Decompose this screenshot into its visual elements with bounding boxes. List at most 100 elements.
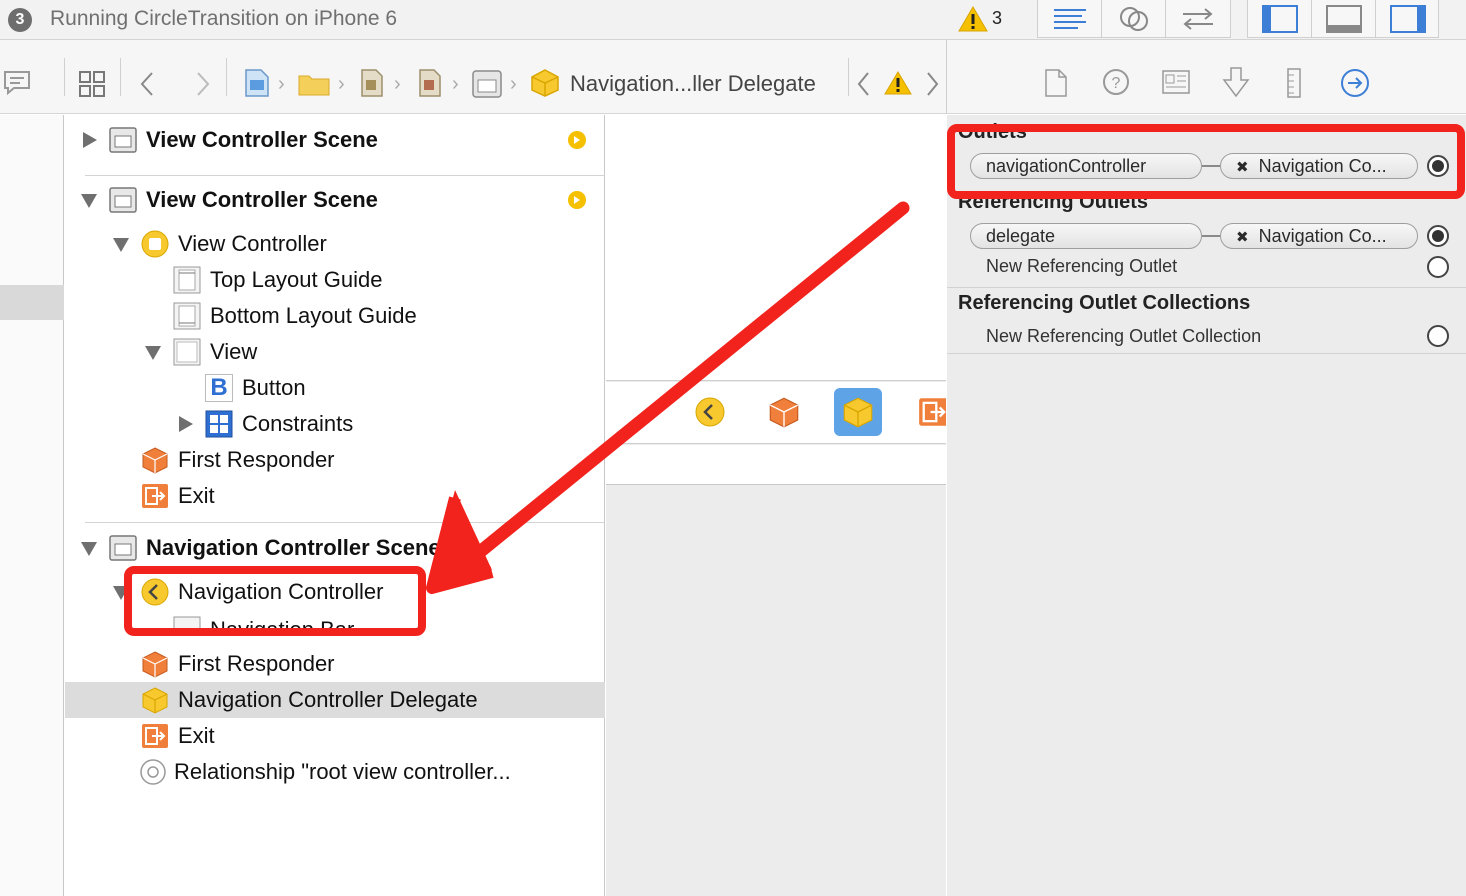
folder-icon[interactable] <box>298 72 330 96</box>
outline-row-first-responder-2[interactable]: First Responder <box>65 646 605 682</box>
left-panel-icon <box>1261 5 1298 33</box>
assistant-editor-icon <box>1119 7 1148 31</box>
outline-row-first-responder[interactable]: First Responder <box>65 442 605 478</box>
new-referencing-outlet-circle[interactable] <box>1427 256 1449 278</box>
disclosure-triangle-icon[interactable] <box>145 346 161 360</box>
version-editor-button[interactable] <box>1166 0 1230 38</box>
file-inspector-icon[interactable] <box>1044 68 1068 98</box>
selected-object-highlight[interactable] <box>834 388 882 436</box>
scene-lower-area[interactable] <box>606 445 946 485</box>
disconnect-icon[interactable]: ✖ <box>1236 229 1249 246</box>
annotation-highlight-navigation-controller <box>124 566 426 636</box>
comment-icon[interactable] <box>2 70 32 96</box>
disclosure-triangle-icon[interactable] <box>81 194 97 208</box>
referencing-outlet-target-pill[interactable]: ✖ Navigation Co... <box>1220 223 1418 249</box>
view-controller-icon <box>141 230 169 258</box>
object-cube-icon <box>142 687 168 714</box>
scene-title: Navigation Controller Scene <box>146 535 441 560</box>
scene-view-area[interactable] <box>606 115 946 381</box>
outline-row-scene-3[interactable]: Navigation Controller Scene <box>65 530 605 566</box>
outline-row-view-controller[interactable]: View Controller <box>65 226 605 262</box>
quick-help-icon[interactable]: ? <box>1102 68 1130 96</box>
scene-icon[interactable] <box>472 70 502 98</box>
breadcrumb-separator-icon: › <box>452 73 459 95</box>
toggle-utilities-button[interactable] <box>1376 0 1440 38</box>
issue-warning-icon[interactable] <box>884 70 912 96</box>
referencing-outlet-target-label: Navigation Co... <box>1258 226 1387 246</box>
outline-row-scene-1[interactable]: View Controller Scene <box>65 122 605 158</box>
outline-row-top-layout-guide[interactable]: Top Layout Guide <box>65 262 605 298</box>
object-cube-icon[interactable] <box>530 68 560 98</box>
outline-row-relationship[interactable]: Relationship "root view controller... <box>65 754 605 790</box>
project-file-icon[interactable] <box>244 68 270 98</box>
gutter-selection-highlight <box>0 285 64 320</box>
new-referencing-outlet-collection-circle[interactable] <box>1427 325 1449 347</box>
outline-row-view[interactable]: View <box>65 334 605 370</box>
outline-row-scene-2[interactable]: View Controller Scene <box>65 182 605 218</box>
referencing-outlet-name-pill[interactable]: delegate <box>970 223 1202 249</box>
attributes-inspector-icon[interactable] <box>1222 66 1250 98</box>
scene-exit-indicator-icon[interactable] <box>568 191 586 209</box>
referencing-outlet-connection-circle[interactable] <box>1427 225 1449 247</box>
outline-item-label: Exit <box>178 483 215 508</box>
connections-inspector-icon[interactable] <box>1340 68 1370 98</box>
identity-inspector-icon[interactable] <box>1162 70 1190 94</box>
annotation-highlight-outlet <box>947 124 1465 199</box>
editor-mode-segmented-control <box>1037 0 1231 38</box>
toggle-debug-area-button[interactable] <box>1312 0 1376 38</box>
run-activity-badge[interactable]: 3 <box>8 8 32 32</box>
scene-exit-indicator-icon[interactable] <box>568 131 586 149</box>
assistant-editor-button[interactable] <box>1102 0 1166 38</box>
svg-text:?: ? <box>1112 75 1121 92</box>
disclosure-triangle-icon[interactable] <box>81 542 97 556</box>
storyboard-base-icon[interactable] <box>418 68 442 98</box>
disclosure-triangle-icon[interactable] <box>113 238 129 252</box>
outline-item-label: View Controller <box>178 231 327 256</box>
outline-row-exit[interactable]: Exit <box>65 478 605 514</box>
previous-issue-chevron-icon[interactable] <box>856 70 872 98</box>
outline-row-exit-2[interactable]: Exit <box>65 718 605 754</box>
next-issue-chevron-icon[interactable] <box>924 70 940 98</box>
related-items-grid-icon[interactable] <box>78 70 106 98</box>
outline-item-label: Bottom Layout Guide <box>210 303 417 328</box>
outline-row-constraints[interactable]: Constraints <box>65 406 605 442</box>
storyboard-canvas[interactable] <box>606 115 946 896</box>
warning-icon[interactable] <box>958 5 988 33</box>
scene-dock <box>606 382 946 444</box>
exit-icon[interactable] <box>918 396 946 428</box>
size-inspector-icon[interactable] <box>1286 68 1302 98</box>
back-chevron-icon[interactable] <box>138 70 156 98</box>
exit-icon <box>142 484 168 508</box>
toggle-navigator-button[interactable] <box>1248 0 1312 38</box>
outline-row-navigation-controller-delegate[interactable]: Navigation Controller Delegate <box>65 682 605 718</box>
jump-bar-toolbar: › › › › › Navigation...ller Delegate ? <box>0 40 1466 114</box>
layout-guide-icon <box>173 302 201 330</box>
navigation-controller-icon[interactable] <box>694 396 726 428</box>
title-bar: 3 Running CircleTransition on iPhone 6 3 <box>0 0 1466 40</box>
exit-icon <box>142 724 168 748</box>
storyboard-file-icon[interactable] <box>360 68 384 98</box>
outline-item-label: First Responder <box>178 447 335 472</box>
view-toggle-segmented-control <box>1247 0 1439 38</box>
warning-count[interactable]: 3 <box>992 8 1002 29</box>
outline-row-button[interactable]: B Button <box>65 370 605 406</box>
outline-item-label: Top Layout Guide <box>210 267 383 292</box>
forward-chevron-icon[interactable] <box>194 70 212 98</box>
breadcrumb-separator-icon: › <box>510 73 517 95</box>
disclosure-triangle-icon[interactable] <box>179 416 193 432</box>
outline-item-label: Exit <box>178 723 215 748</box>
scene-title: View Controller Scene <box>146 127 378 152</box>
disclosure-triangle-icon[interactable] <box>83 132 97 148</box>
outline-row-bottom-layout-guide[interactable]: Bottom Layout Guide <box>65 298 605 334</box>
object-cube-icon <box>843 397 873 428</box>
standard-editor-button[interactable] <box>1038 0 1102 38</box>
breadcrumb-separator-icon: › <box>338 73 345 95</box>
activity-status-text: Running CircleTransition on iPhone 6 <box>50 7 398 30</box>
constraints-icon <box>205 410 233 438</box>
breadcrumb-separator-icon: › <box>394 73 401 95</box>
scene-icon <box>109 187 137 213</box>
standard-editor-icon <box>1053 9 1086 29</box>
jump-bar-current-item[interactable]: Navigation...ller Delegate <box>570 71 816 97</box>
new-referencing-outlet-label: New Referencing Outlet <box>986 256 1178 276</box>
first-responder-cube-icon[interactable] <box>768 396 800 428</box>
